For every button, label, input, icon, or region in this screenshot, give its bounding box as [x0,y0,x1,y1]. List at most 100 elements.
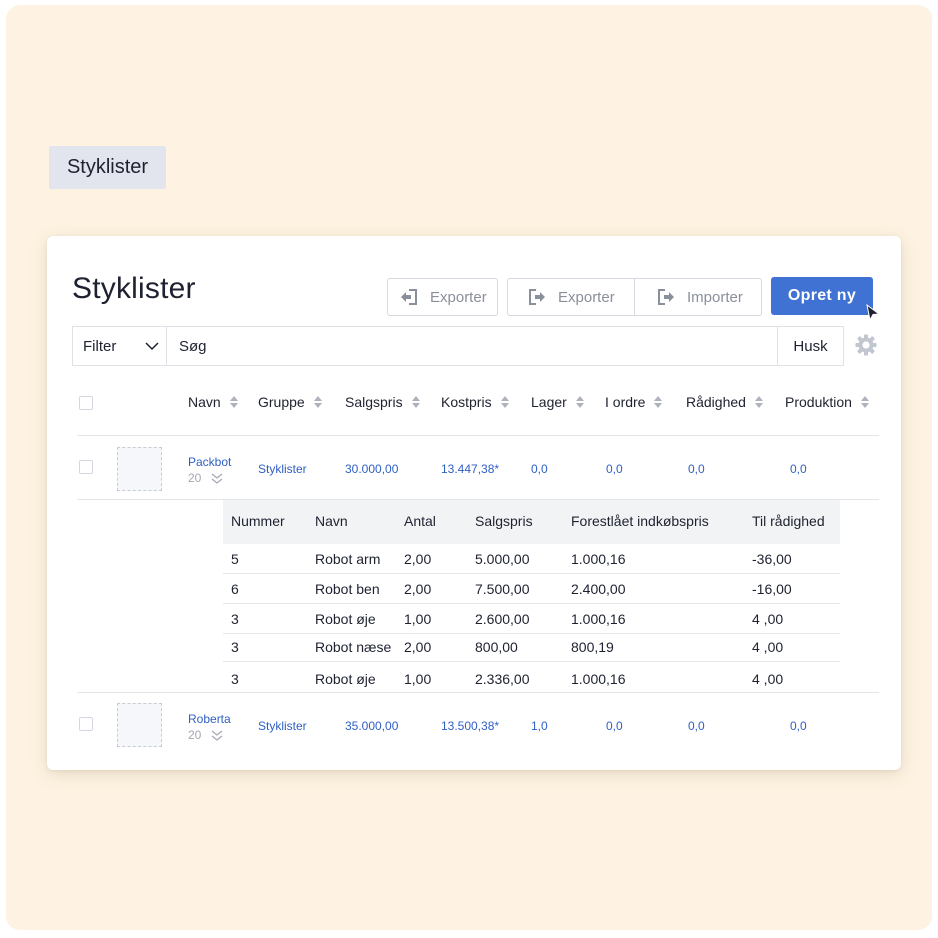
row-in-order: 0,0 [606,462,623,476]
row-available: 0,0 [688,462,705,476]
cell-sale-price: 2.600,00 [475,611,530,627]
import-button[interactable]: Importer [634,279,761,315]
bom-card: Styklister Exporter Exporter Importer Op… [47,236,901,770]
cell-quantity: 1,00 [404,671,432,687]
table-row: 6 Robot ben 2,00 7.500,00 2.400,00 -16,0… [223,574,840,604]
table-row: 3 Robot næse 2,00 800,00 800,19 4 ,00 [223,632,840,662]
cell-quantity: 2,00 [404,551,432,567]
sort-icon [754,396,763,408]
row-count: 20 [188,471,223,485]
cell-sale-price: 2.336,00 [475,671,530,687]
sort-icon [411,396,420,408]
cell-quantity: 1,00 [404,611,432,627]
cell-purchase-price: 1.000,16 [571,551,626,567]
search-input[interactable]: Søg [167,327,777,365]
row-checkbox[interactable] [79,717,93,731]
export-import-group: Exporter Importer [507,278,762,316]
sort-icon [500,396,509,408]
sort-icon [575,396,584,408]
sub-header-purchase-price: Forestlået indkøbspris [571,513,709,529]
row-in-order: 0,0 [606,719,623,733]
page-tag: Styklister [49,146,166,189]
column-header-group[interactable]: Gruppe [258,394,322,410]
column-header-sale-price[interactable]: Salgspris [345,394,420,410]
sort-icon [654,396,663,408]
cell-purchase-price: 1.000,16 [571,671,626,687]
column-header-stock[interactable]: Lager [531,394,584,410]
cell-available: 4 ,00 [752,671,784,687]
cell-number: 6 [231,581,239,597]
table-row: 5 Robot arm 2,00 5.000,00 1.000,16 -36,0… [223,544,840,574]
import-label: Importer [687,288,743,306]
filter-label: Filter [83,337,117,355]
row-checkbox[interactable] [79,460,93,474]
divider [77,435,879,436]
sort-icon [313,396,322,408]
cell-purchase-price: 2.400,00 [571,581,626,597]
row-group[interactable]: Styklister [258,719,307,733]
product-thumbnail [117,447,162,491]
cell-name: Robot ben [315,581,380,597]
cell-number: 3 [231,611,239,627]
product-thumbnail [117,703,162,747]
cell-sale-price: 7.500,00 [475,581,530,597]
sub-header-quantity: Antal [404,513,436,529]
sort-icon [860,396,869,408]
row-name-link[interactable]: Roberta [188,712,231,726]
cell-quantity: 2,00 [404,581,432,597]
row-production: 0,0 [790,719,807,733]
cell-purchase-price: 1.000,16 [571,611,626,627]
gear-icon[interactable] [855,334,877,356]
cell-available: 4 ,00 [752,639,784,655]
sub-header-available: Til rådighed [752,513,825,529]
export-button-left[interactable]: Exporter [387,278,498,316]
row-available: 0,0 [688,719,705,733]
row-count: 20 [188,728,223,742]
sub-header-sale-price: Salgspris [475,513,533,529]
sort-icon [229,396,238,408]
export-button[interactable]: Exporter [508,279,634,315]
expand-chevron-icon[interactable] [211,472,223,484]
row-name-link[interactable]: Packbot [188,455,231,469]
remember-button[interactable]: Husk [777,327,843,365]
column-header-available[interactable]: Rådighed [686,394,763,410]
row-cost-price: 13.500,38* [441,719,500,733]
cell-quantity: 2,00 [404,639,432,655]
row-group[interactable]: Styklister [258,462,307,476]
column-header-production[interactable]: Produktion [785,394,869,410]
column-header-name[interactable]: Navn [188,394,238,410]
export-label: Exporter [558,288,615,306]
export-arrow-icon [658,289,674,305]
cell-number: 5 [231,551,239,567]
sub-header-number: Nummer [231,513,285,529]
row-sale-price: 35.000,00 [345,719,399,733]
import-arrow-icon [401,289,417,305]
sub-header-name: Navn [315,513,348,529]
cursor-icon [866,304,881,322]
search-bar: Filter Søg Husk [72,326,844,366]
table-row: 3 Robot øje 1,00 2.600,00 1.000,16 4 ,00 [223,604,840,634]
chevron-down-icon [145,342,159,351]
cell-name: Robot arm [315,551,381,567]
cell-number: 3 [231,671,239,687]
cell-number: 3 [231,639,239,655]
cell-name: Robot øje [315,671,376,687]
divider [77,692,879,693]
cell-name: Robot øje [315,611,376,627]
page-title: Styklister [72,272,196,305]
filter-dropdown[interactable]: Filter [73,327,167,365]
export-left-label: Exporter [430,288,487,306]
cell-available: -36,00 [752,551,792,567]
export-arrow-icon [529,289,545,305]
create-new-button[interactable]: Opret ny [771,277,873,315]
select-all-checkbox[interactable] [79,396,93,410]
cell-available: -16,00 [752,581,792,597]
sub-table-header: Nummer Navn Antal Salgspris Forestlået i… [223,500,840,544]
cell-sale-price: 5.000,00 [475,551,530,567]
table-row: 3 Robot øje 1,00 2.336,00 1.000,16 4 ,00 [223,664,840,694]
column-header-cost-price[interactable]: Kostpris [441,394,509,410]
column-header-in-order[interactable]: I ordre [605,394,663,410]
cell-available: 4 ,00 [752,611,784,627]
row-stock: 1,0 [531,719,548,733]
expand-chevron-icon[interactable] [211,729,223,741]
